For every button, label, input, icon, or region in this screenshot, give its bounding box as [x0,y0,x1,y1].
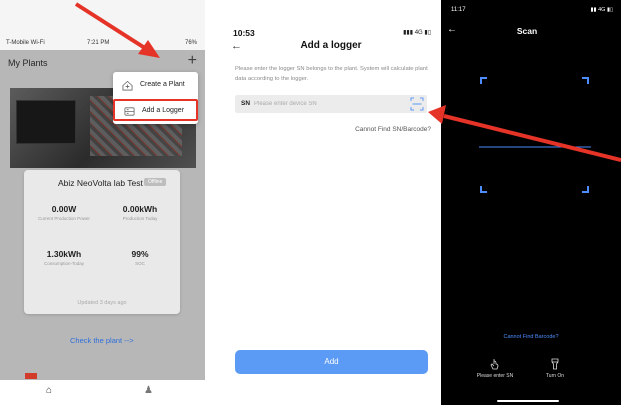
metric-label: SOC [135,261,145,266]
user-icon[interactable]: ♟ [144,385,153,396]
cellular-signal-icon: ▮▮▮ [403,30,414,36]
network-type: 4G [414,30,423,36]
status-bar: T-Mobile Wi-Fi 7:21 PM 76% [0,38,205,50]
carrier-label: T-Mobile Wi-Fi [6,40,45,46]
status-time: 10:53 [233,28,255,38]
menu-item-create-plant[interactable]: Create a Plant [113,75,198,97]
scan-corner-bottom-left [480,186,487,193]
metric-value: 99% [131,249,149,259]
add-logger-screen: 10:53 ▮▮▮ 4G ▮▯ ← Add a logger Please en… [223,0,439,405]
instruction-text: Please enter the logger SN belongs to th… [235,66,428,82]
turn-on-label: Turn On [545,373,565,379]
flashlight-icon [551,358,559,370]
sn-input-field[interactable]: SN [235,95,427,113]
scan-frame [479,77,591,193]
updated-time: Updated 3 days ago [77,300,127,306]
my-plants-screen: T-Mobile Wi-Fi 7:21 PM 76% My Plants + A… [0,0,205,405]
plant-name: Abiz NeoVolta lab Test [58,178,143,188]
sn-label: SN [241,100,251,107]
enter-sn-button[interactable]: Please enter SN [465,358,525,379]
metric-label: Current Production Power [38,216,90,221]
home-icon[interactable]: ⌂ [46,385,52,396]
home-indicator [497,400,559,402]
metric-consumption-today: 1.30kWh Consumption-Today [32,249,96,267]
cannot-find-barcode-link[interactable]: Cannot Find Barcode? [441,334,621,340]
status-badge: Offline [144,178,167,186]
add-button[interactable]: Add [235,350,428,374]
create-plant-icon [122,80,133,91]
page-title: Add a logger [300,40,362,51]
menu-item-add-logger[interactable]: Add a Logger [113,99,198,121]
menu-item-label: Add a Logger [142,107,185,114]
scan-screen: 11:17 ▮▮ 4G ▮▯ ← Scan Cannot Find Barcod… [441,0,621,405]
cannot-find-sn-link[interactable]: Cannot Find SN/Barcode? [355,126,431,133]
scan-corner-top-left [480,77,487,84]
check-plant-link[interactable]: Check the plant --> [70,336,134,345]
logger-icon [124,107,135,116]
signal-indicator: ▮▮▮ 4G ▮▯ [403,29,431,36]
partial-red-element [25,373,37,379]
scan-corner-bottom-right [582,186,589,193]
metric-value: 0.00kWh [122,204,158,214]
metric-production-today: 0.00kWh Production Today [108,204,172,222]
metric-label: Production Today [122,216,158,221]
barcode-scan-icon[interactable] [410,97,424,111]
scan-corner-top-right [582,77,589,84]
add-dropdown-menu: Create a Plant Add a Logger [113,72,198,124]
menu-item-label: Create a Plant [140,81,185,88]
status-time: 7:21 PM [87,40,110,46]
battery-level: 76% [184,40,197,46]
metric-value: 0.00W [51,204,77,214]
enter-sn-label: Please enter SN [476,373,514,379]
metric-label: Consumption-Today [43,261,85,266]
tab-bar: ⌂ ♟ [0,380,205,405]
sn-input[interactable] [254,98,404,110]
battery-icon: ▮▯ [424,30,431,36]
flashlight-button[interactable]: Turn On [525,358,585,379]
metric-value: 1.30kWh [46,249,82,259]
metric-soc: 99% SOC [108,249,172,267]
hand-pointer-icon [490,359,499,370]
plant-card[interactable]: Abiz NeoVolta lab Test Offline 0.00W Cur… [24,170,180,314]
metric-current-power: 0.00W Current Production Power [32,204,96,222]
